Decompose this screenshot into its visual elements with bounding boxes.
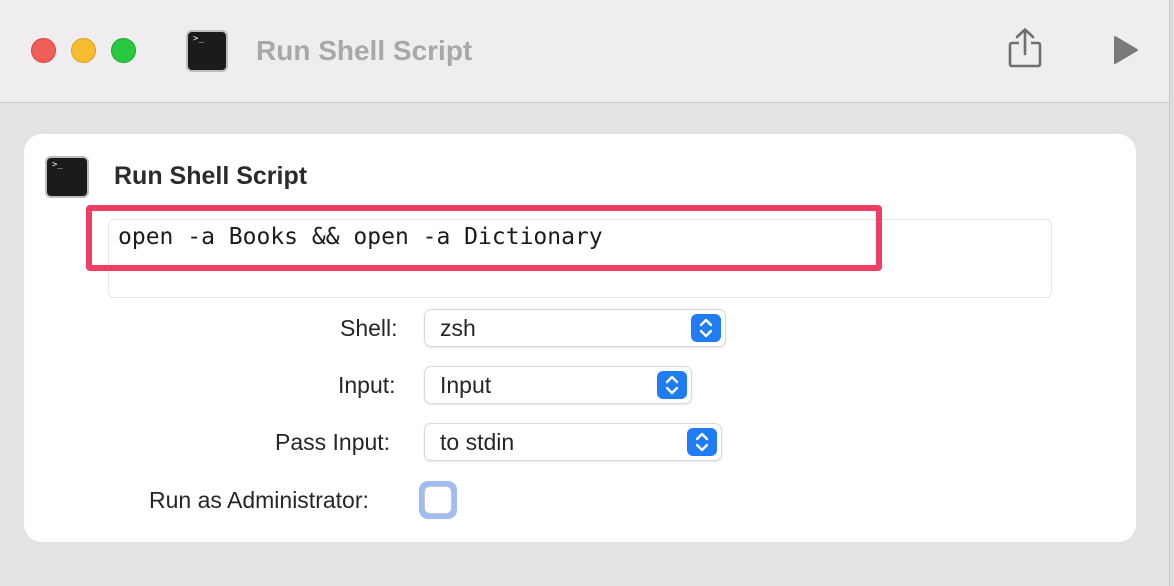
input-label: Input: <box>338 372 396 398</box>
minimize-button[interactable] <box>71 38 96 63</box>
chevron-updown-icon <box>657 371 687 399</box>
input-popup[interactable]: Input <box>424 366 692 404</box>
run-as-admin-checkbox[interactable] <box>419 481 457 519</box>
pass-input-label: Pass Input: <box>275 429 391 455</box>
action-title: Run Shell Script <box>114 162 308 190</box>
window-title: Run Shell Script <box>256 35 473 66</box>
run-button[interactable] <box>1104 30 1144 70</box>
pass-input-popup[interactable]: to stdin <box>424 423 722 461</box>
prompt-glyph: >_ <box>52 160 63 170</box>
terminal-icon: >_ <box>45 156 89 198</box>
play-icon <box>1114 36 1138 64</box>
shell-value: zsh <box>440 315 476 341</box>
shell-popup[interactable]: zsh <box>424 309 726 347</box>
share-icon <box>1008 28 1042 68</box>
automator-window: >_ Run Shell Script >_ Run Shell Script … <box>0 0 1174 586</box>
zoom-button[interactable] <box>111 38 136 63</box>
run-as-admin-label: Run as Administrator: <box>149 487 369 513</box>
window-edge <box>1169 0 1174 586</box>
chevron-updown-icon <box>687 428 717 456</box>
title-bar: >_ Run Shell Script <box>0 0 1170 103</box>
share-button[interactable] <box>1004 26 1046 72</box>
input-value: Input <box>440 372 492 398</box>
prompt-glyph: >_ <box>193 34 204 44</box>
chevron-updown-icon <box>691 314 721 342</box>
shell-label: Shell: <box>340 315 398 341</box>
highlight-annotation <box>86 205 882 271</box>
pass-input-value: to stdin <box>440 429 515 455</box>
terminal-icon: >_ <box>186 30 228 72</box>
close-button[interactable] <box>31 38 56 63</box>
checkbox-box <box>424 486 452 514</box>
